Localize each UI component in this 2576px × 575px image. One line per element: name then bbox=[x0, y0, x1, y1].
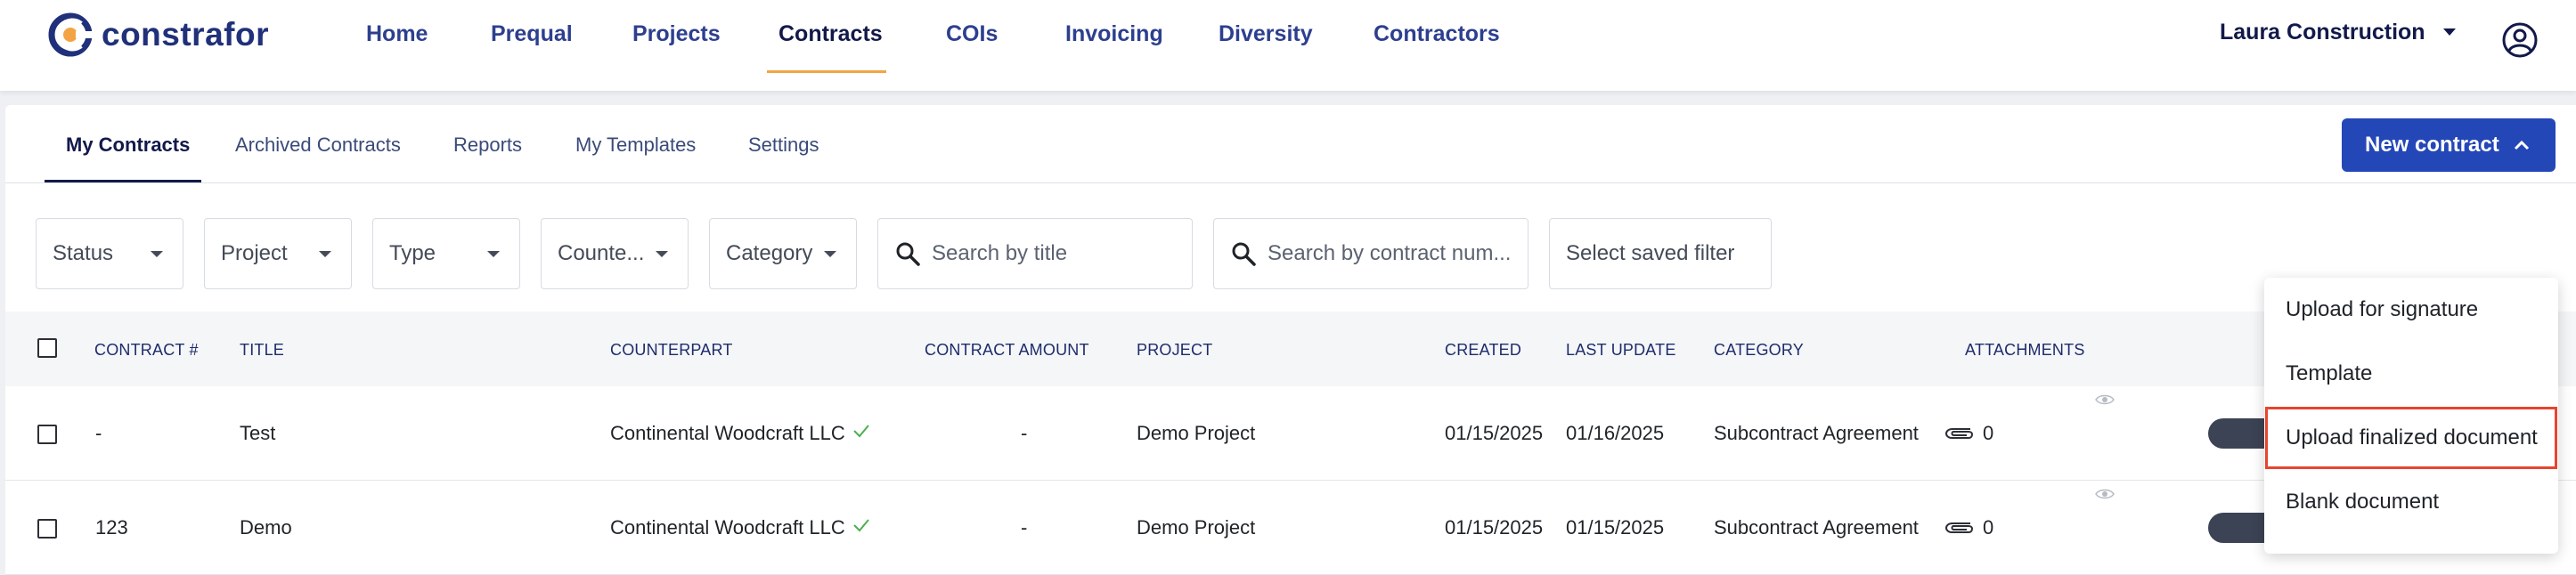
search-by-contract-number bbox=[1213, 218, 1528, 289]
caret-down-icon bbox=[151, 251, 163, 257]
counterpart-cell: Continental Woodcraft LLC bbox=[610, 516, 845, 539]
category-filter[interactable]: Category bbox=[709, 218, 857, 289]
search-icon bbox=[1232, 242, 1256, 266]
project-filter-label: Project bbox=[221, 241, 288, 265]
verified-check-icon bbox=[853, 425, 869, 438]
category-filter-label: Category bbox=[726, 241, 813, 265]
tab-settings[interactable]: Settings bbox=[748, 134, 819, 157]
last-update-cell: 01/16/2025 bbox=[1566, 422, 1665, 444]
status-filter-label: Status bbox=[53, 241, 114, 265]
attachment-count: 0 bbox=[1983, 422, 1994, 444]
new-contract-label: New contract bbox=[2365, 133, 2499, 157]
title-cell[interactable]: Test bbox=[240, 422, 275, 445]
created-cell: 01/15/2025 bbox=[1445, 516, 1544, 539]
menu-item-upload-for-signature[interactable]: Upload for signature bbox=[2264, 278, 2558, 342]
created-cell: 01/15/2025 bbox=[1445, 422, 1544, 444]
counterpart-cell: Continental Woodcraft LLC bbox=[610, 422, 845, 444]
column-header-title[interactable]: TITLE bbox=[240, 341, 284, 360]
counterpart-filter[interactable]: Counte... bbox=[541, 218, 689, 289]
paperclip-icon[interactable] bbox=[1944, 518, 1974, 536]
paperclip-icon[interactable] bbox=[1944, 424, 1974, 441]
app-logo[interactable]: constrafor bbox=[48, 12, 269, 57]
type-filter-label: Type bbox=[389, 241, 436, 265]
table-header: CONTRACT # TITLE COUNTERPART CONTRACT AM… bbox=[5, 312, 2576, 386]
nav-diversity[interactable]: Diversity bbox=[1219, 21, 1313, 47]
column-header-created[interactable]: CREATED bbox=[1445, 341, 1521, 360]
verified-check-icon bbox=[853, 519, 869, 532]
amount-cell: - bbox=[1021, 516, 1028, 539]
contract-number-cell: 123 bbox=[95, 516, 128, 539]
nav-prequal[interactable]: Prequal bbox=[491, 21, 573, 47]
top-navigation-bar: constrafor Home Prequal Projects Contrac… bbox=[0, 0, 2576, 91]
nav-cois[interactable]: COIs bbox=[946, 21, 998, 47]
caret-down-icon bbox=[656, 251, 668, 257]
project-filter[interactable]: Project bbox=[204, 218, 352, 289]
tab-reports[interactable]: Reports bbox=[453, 134, 522, 157]
column-header-contract-number[interactable]: CONTRACT # bbox=[94, 341, 199, 360]
status-filter[interactable]: Status bbox=[36, 218, 183, 289]
select-all-checkbox[interactable] bbox=[37, 338, 57, 358]
project-cell: Demo Project bbox=[1137, 422, 1256, 444]
column-header-project[interactable]: PROJECT bbox=[1137, 341, 1212, 360]
table-row[interactable]: 123 Demo Continental Woodcraft LLC - Dem… bbox=[5, 481, 2576, 575]
table-row[interactable]: - Test Continental Woodcraft LLC - Demo … bbox=[5, 386, 2576, 481]
menu-item-blank-document[interactable]: Blank document bbox=[2264, 470, 2558, 534]
eye-icon[interactable] bbox=[2095, 488, 2115, 500]
search-title-input[interactable] bbox=[932, 241, 1192, 266]
eye-icon[interactable] bbox=[2095, 393, 2115, 406]
project-cell: Demo Project bbox=[1137, 516, 1256, 539]
search-by-title bbox=[877, 218, 1193, 289]
counterpart-filter-label: Counte... bbox=[558, 241, 645, 265]
title-cell[interactable]: Demo bbox=[240, 516, 292, 539]
column-header-contract-amount[interactable]: CONTRACT AMOUNT bbox=[925, 341, 1089, 360]
search-icon bbox=[896, 242, 920, 266]
nav-projects[interactable]: Projects bbox=[632, 21, 721, 47]
category-cell: Subcontract Agreement bbox=[1714, 422, 1919, 444]
nav-invoicing[interactable]: Invoicing bbox=[1065, 21, 1163, 47]
new-contract-button[interactable]: New contract bbox=[2342, 118, 2556, 172]
new-contract-menu: Upload for signature Template Upload fin… bbox=[2264, 278, 2558, 554]
nav-home[interactable]: Home bbox=[366, 21, 428, 47]
column-header-counterpart[interactable]: COUNTERPART bbox=[610, 341, 733, 360]
tabs-divider bbox=[5, 182, 2576, 183]
menu-item-template[interactable]: Template bbox=[2264, 342, 2558, 406]
contract-number-cell: - bbox=[95, 422, 102, 444]
caret-down-icon[interactable] bbox=[2443, 28, 2456, 36]
app-name: constrafor bbox=[102, 16, 269, 53]
tab-archived-contracts[interactable]: Archived Contracts bbox=[235, 134, 401, 157]
caret-down-icon bbox=[487, 251, 500, 257]
row-checkbox[interactable] bbox=[37, 425, 57, 444]
nav-active-indicator bbox=[767, 70, 886, 73]
type-filter[interactable]: Type bbox=[372, 218, 520, 289]
caret-down-icon bbox=[319, 251, 331, 257]
category-cell: Subcontract Agreement bbox=[1714, 516, 1919, 539]
saved-filter-select[interactable]: Select saved filter bbox=[1549, 218, 1772, 289]
constrafor-logo-icon bbox=[48, 12, 93, 57]
column-header-category[interactable]: CATEGORY bbox=[1714, 341, 1804, 360]
contracts-panel: My Contracts Archived Contracts Reports … bbox=[5, 105, 2576, 575]
menu-item-upload-finalized-document[interactable]: Upload finalized document bbox=[2264, 406, 2558, 470]
user-circle-icon[interactable] bbox=[2501, 21, 2539, 59]
nav-contractors[interactable]: Contractors bbox=[1374, 21, 1500, 47]
column-header-attachments[interactable]: ATTACHMENTS bbox=[1965, 341, 2085, 360]
chevron-up-icon bbox=[2514, 140, 2529, 150]
row-checkbox[interactable] bbox=[37, 519, 57, 539]
tab-my-contracts[interactable]: My Contracts bbox=[66, 134, 190, 157]
last-update-cell: 01/15/2025 bbox=[1566, 516, 1665, 539]
column-header-last-update[interactable]: LAST UPDATE bbox=[1566, 341, 1676, 360]
caret-down-icon bbox=[824, 251, 836, 257]
tab-my-templates[interactable]: My Templates bbox=[575, 134, 696, 157]
search-contract-number-input[interactable] bbox=[1268, 241, 1528, 266]
nav-contracts[interactable]: Contracts bbox=[779, 21, 883, 47]
attachment-count: 0 bbox=[1983, 516, 1994, 539]
company-switcher[interactable]: Laura Construction bbox=[2220, 20, 2425, 45]
amount-cell: - bbox=[1021, 422, 1028, 444]
saved-filter-label: Select saved filter bbox=[1566, 241, 1735, 265]
